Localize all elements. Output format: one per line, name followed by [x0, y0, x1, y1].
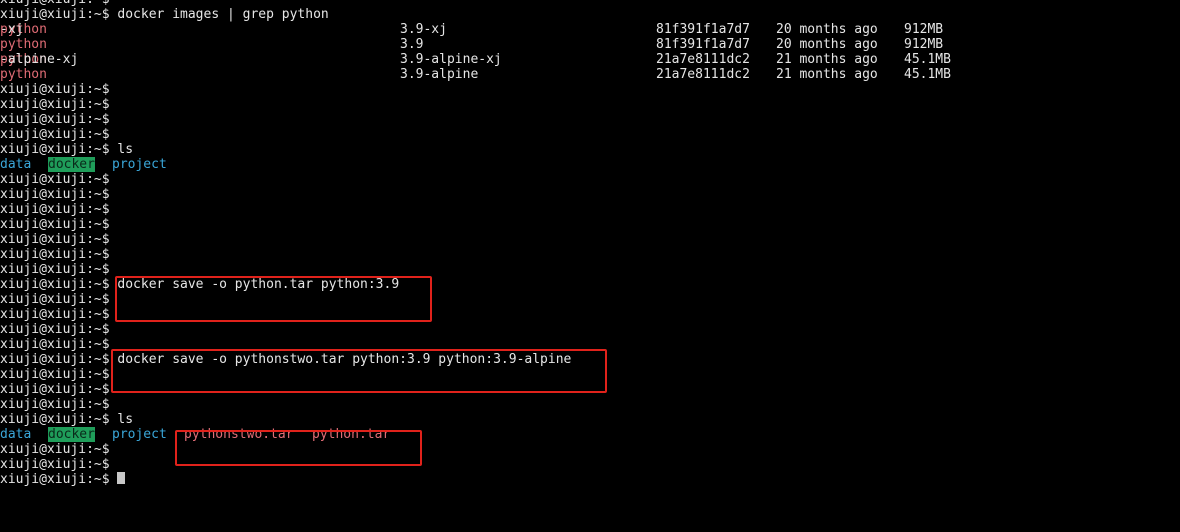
terminal-line: xiuji@xiuji:~$	[0, 202, 1180, 217]
terminal-line: xiuji@xiuji:~$	[0, 247, 1180, 262]
image-row: python -xj 3.9-xj 81f391f1a7d7 20 months …	[0, 22, 944, 37]
image-id: 81f391f1a7d7	[656, 22, 750, 37]
prompt: xiuji@xiuji:~$	[0, 457, 110, 472]
prompt: xiuji@xiuji:~$	[0, 127, 110, 142]
terminal-line: xiuji@xiuji:~$	[0, 112, 1180, 127]
prompt: xiuji@xiuji:~$	[0, 352, 110, 367]
prompt: xiuji@xiuji:~$	[0, 307, 110, 322]
image-row: python 3.9-alpine 21a7e8111dc2 21 months…	[0, 67, 951, 82]
image-created: 20 months ago	[776, 22, 878, 37]
terminal-output[interactable]: xiuji@xiuji:~$ xiuji@xiuji:~$ docker ima…	[0, 0, 1180, 487]
image-created: 21 months ago	[776, 52, 878, 67]
image-tag: 3.9-alpine-xj	[400, 52, 502, 67]
terminal-line: xiuji@xiuji:~$ ls	[0, 412, 1180, 427]
dir-project: project	[112, 157, 167, 172]
prompt: xiuji@xiuji:~$	[0, 0, 110, 7]
terminal-line: xiuji@xiuji:~$	[0, 172, 1180, 187]
terminal-line: xiuji@xiuji:~$	[0, 472, 1180, 487]
prompt: xiuji@xiuji:~$	[0, 232, 110, 247]
command-text: docker images | grep python	[117, 7, 329, 22]
image-tag: 3.9	[400, 37, 424, 52]
image-created: 20 months ago	[776, 37, 878, 52]
terminal-line: xiuji@xiuji:~$	[0, 397, 1180, 412]
prompt: xiuji@xiuji:~$	[0, 292, 110, 307]
image-size: 912MB	[904, 22, 944, 37]
prompt: xiuji@xiuji:~$	[0, 337, 110, 352]
text-cursor	[117, 472, 126, 484]
dir-data: data	[0, 157, 32, 172]
terminal-line: xiuji@xiuji:~$	[0, 97, 1180, 112]
terminal-line: xiuji@xiuji:~$	[0, 262, 1180, 277]
image-row: python 3.9 81f391f1a7d7 20 months ago 91…	[0, 37, 944, 52]
image-size: 45.1MB	[904, 52, 951, 67]
prompt: xiuji@xiuji:~$	[0, 322, 110, 337]
prompt: xiuji@xiuji:~$	[0, 277, 110, 292]
image-id: 81f391f1a7d7	[656, 37, 750, 52]
prompt: xiuji@xiuji:~$	[0, 142, 110, 157]
prompt: xiuji@xiuji:~$	[0, 202, 110, 217]
prompt: xiuji@xiuji:~$	[0, 442, 110, 457]
image-id: 21a7e8111dc2	[656, 67, 750, 82]
terminal-line: xiuji@xiuji:~$ docker images | grep pyth…	[0, 7, 1180, 22]
image-tag: 3.9-xj	[400, 22, 447, 37]
prompt: xiuji@xiuji:~$	[0, 247, 110, 262]
prompt: xiuji@xiuji:~$	[0, 412, 110, 427]
prompt: xiuji@xiuji:~$	[0, 112, 110, 127]
dir-docker: docker	[48, 427, 95, 442]
prompt: xiuji@xiuji:~$	[0, 472, 110, 487]
dir-data: data	[0, 427, 32, 442]
prompt: xiuji@xiuji:~$	[0, 217, 110, 232]
dir-docker: docker	[48, 157, 95, 172]
prompt: xiuji@xiuji:~$	[0, 397, 110, 412]
prompt: xiuji@xiuji:~$	[0, 172, 110, 187]
image-row: python -alpine-xj 3.9-alpine-xj 21a7e8111…	[0, 52, 951, 67]
highlight-box-save-multi	[111, 349, 607, 393]
prompt: xiuji@xiuji:~$	[0, 262, 110, 277]
terminal-line: xiuji@xiuji:~$	[0, 0, 1180, 7]
image-size: 912MB	[904, 37, 944, 52]
prompt: xiuji@xiuji:~$	[0, 367, 110, 382]
prompt: xiuji@xiuji:~$	[0, 7, 110, 22]
image-id: 21a7e8111dc2	[656, 52, 750, 67]
highlight-box-tar-files	[175, 430, 422, 466]
dir-project: project	[112, 427, 167, 442]
prompt: xiuji@xiuji:~$	[0, 82, 110, 97]
image-created: 21 months ago	[776, 67, 878, 82]
prompt: xiuji@xiuji:~$	[0, 97, 110, 112]
prompt: xiuji@xiuji:~$	[0, 187, 110, 202]
ls-output: data docker project	[0, 157, 1180, 172]
terminal-line: xiuji@xiuji:~$	[0, 232, 1180, 247]
terminal-line: xiuji@xiuji:~$	[0, 82, 1180, 97]
image-size: 45.1MB	[904, 67, 951, 82]
command-text: ls	[117, 142, 134, 157]
highlight-box-save-python	[115, 276, 432, 322]
terminal-line: xiuji@xiuji:~$	[0, 187, 1180, 202]
terminal-line: xiuji@xiuji:~$ ls	[0, 142, 1180, 157]
image-tag: 3.9-alpine	[400, 67, 479, 82]
terminal-line: xiuji@xiuji:~$	[0, 217, 1180, 232]
terminal-line: xiuji@xiuji:~$	[0, 127, 1180, 142]
prompt: xiuji@xiuji:~$	[0, 382, 110, 397]
command-text: ls	[117, 412, 134, 427]
terminal-line: xiuji@xiuji:~$	[0, 322, 1180, 337]
